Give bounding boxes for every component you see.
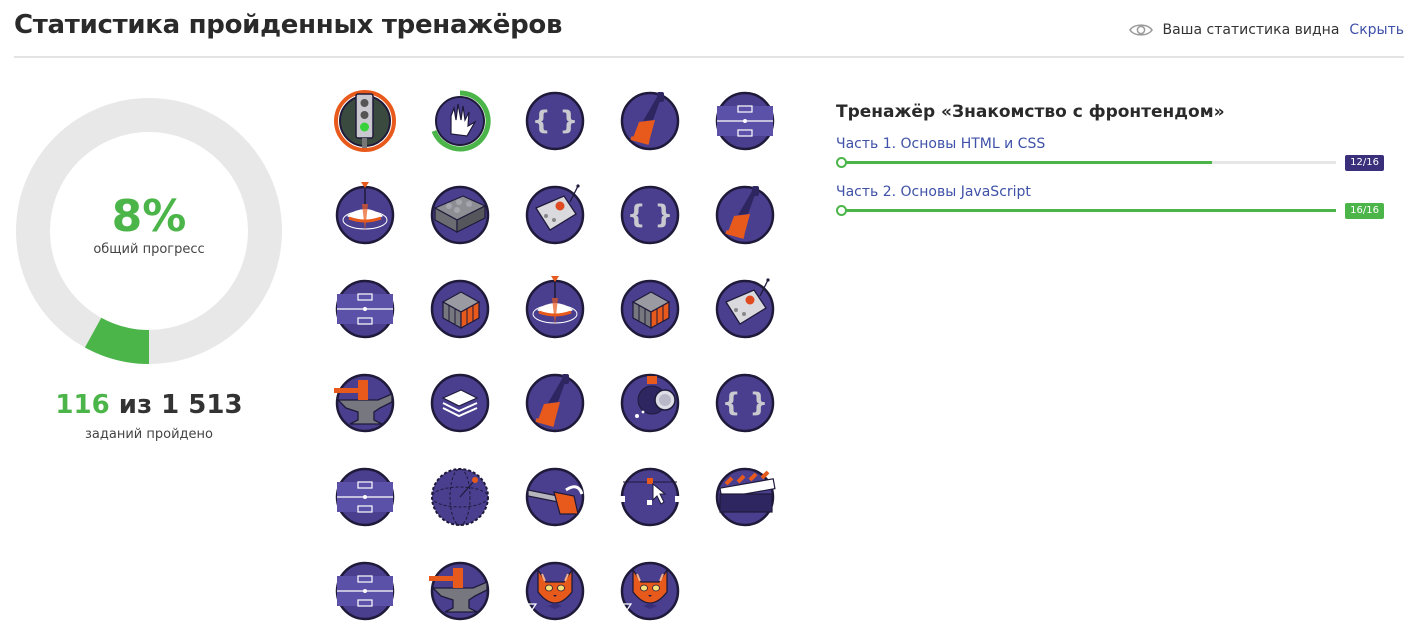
spinning-top-badge-icon[interactable]: [524, 276, 586, 340]
part-progress-dot: [836, 157, 847, 168]
eye-icon: [1128, 22, 1153, 38]
page-header: Статистика пройденных тренажёров Ваша ст…: [14, 0, 1404, 58]
spinning-top-badge-icon[interactable]: [334, 182, 396, 246]
part-progress-track: [840, 161, 1336, 164]
progress-caption: общий прогресс: [93, 242, 205, 257]
braces-badge-icon[interactable]: { }: [714, 372, 776, 434]
field-badge-icon[interactable]: [334, 466, 396, 528]
visibility-status: Ваша статистика видна Скрыть: [1128, 22, 1404, 38]
tasks-separator: из: [109, 390, 162, 420]
brush-badge-icon[interactable]: [524, 372, 586, 434]
robot-badge-icon[interactable]: [714, 278, 776, 340]
trainer-panel: Тренажёр «Знакомство с фронтендом» Часть…: [836, 102, 1384, 224]
tasks-caption: заданий пройдено: [85, 427, 213, 442]
tasks-count: 116 из 1 513: [14, 390, 284, 420]
trainer-part-link[interactable]: Часть 2. Основы JavaScript: [836, 184, 1031, 200]
part-progress-badge: 16/16: [1345, 203, 1384, 219]
svg-text:{ }: { }: [722, 388, 768, 418]
chainsaw-badge-icon[interactable]: [524, 466, 586, 528]
field-badge-icon[interactable]: [334, 278, 396, 340]
progress-percent: 8%: [111, 191, 187, 242]
layers-badge-icon[interactable]: [429, 372, 491, 434]
part-progress-dot: [836, 205, 847, 216]
page-title: Статистика пройденных тренажёров: [14, 10, 563, 40]
field-badge-icon[interactable]: [714, 90, 776, 152]
anvil-badge-icon[interactable]: [334, 372, 396, 434]
cube-badge-icon[interactable]: [619, 278, 681, 340]
cat-badge-icon[interactable]: [524, 560, 586, 622]
trainer-part: Часть 1. Основы HTML и CSS 12/16: [836, 136, 1384, 176]
robot-badge-icon[interactable]: [524, 184, 586, 246]
donut-center: 8% общий прогресс: [14, 191, 284, 258]
cube-badge-icon[interactable]: [429, 278, 491, 340]
vector-cursor-badge-icon[interactable]: [619, 466, 681, 528]
trainer-title: Тренажёр «Знакомство с фронтендом»: [836, 102, 1225, 122]
hand-badge-icon[interactable]: [429, 90, 491, 152]
visibility-text: Ваша статистика видна: [1162, 22, 1340, 38]
diving-helmet-badge-icon[interactable]: [619, 372, 681, 434]
cat-badge-icon[interactable]: [619, 560, 681, 622]
sphere-badge-icon[interactable]: [429, 466, 491, 528]
trainer-part-link[interactable]: Часть 1. Основы HTML и CSS: [836, 136, 1045, 152]
field-badge-icon[interactable]: [334, 560, 396, 622]
tasks-total: 1 513: [161, 390, 243, 420]
part-progress-fill: [840, 209, 1336, 212]
brick-badge-icon[interactable]: [429, 184, 491, 246]
part-progress-badge: 12/16: [1345, 155, 1384, 171]
anvil-badge-icon[interactable]: [429, 560, 491, 622]
brush-badge-icon[interactable]: [619, 90, 681, 152]
part-progress-track: [840, 209, 1336, 212]
trainer-part: Часть 2. Основы JavaScript 16/16: [836, 184, 1384, 224]
traffic-light-badge-icon[interactable]: [334, 90, 396, 152]
hide-stats-link[interactable]: Скрыть: [1349, 22, 1404, 38]
svg-text:{ }: { }: [532, 106, 578, 136]
braces-badge-icon[interactable]: { }: [524, 90, 586, 152]
overall-progress: 8% общий прогресс 116 из 1 513 заданий п…: [14, 96, 284, 456]
badge-grid: { } { } { }: [334, 90, 794, 635]
brush-badge-icon[interactable]: [714, 184, 776, 246]
svg-text:{ }: { }: [627, 200, 673, 230]
tasks-done: 116: [55, 390, 110, 420]
braces-badge-icon[interactable]: { }: [619, 184, 681, 246]
part-progress-fill: [840, 161, 1212, 164]
php-clapperboard-badge-icon[interactable]: [714, 466, 776, 528]
